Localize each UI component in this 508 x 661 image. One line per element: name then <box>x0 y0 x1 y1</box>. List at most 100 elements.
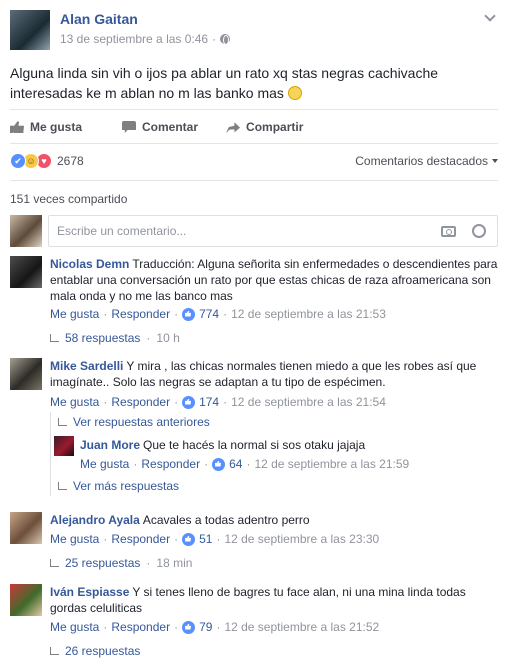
comment-reply-link[interactable]: Responder <box>111 620 170 634</box>
reply-arrow-icon <box>50 334 59 342</box>
comment: Mike Sardelli Y mira , las chicas normale… <box>10 358 498 498</box>
comment-footer: Me gusta · Responder · 79 · 12 de septie… <box>50 620 380 634</box>
caret-down-icon <box>492 159 498 163</box>
post-action-bar: Me gusta Comentar Compartir <box>10 118 339 136</box>
reply-footer: Me gusta · Responder · 64 · 12 de septie… <box>80 457 410 471</box>
replies-time: 18 min <box>156 556 193 570</box>
commenter-avatar[interactable] <box>10 358 42 390</box>
like-count-icon <box>212 457 226 471</box>
reply-arrow-icon <box>50 647 59 655</box>
replies-count: 58 respuestas <box>65 331 141 345</box>
thumbs-up-icon <box>10 121 24 133</box>
divider <box>10 143 498 144</box>
current-user-avatar <box>10 215 42 247</box>
like-button[interactable]: Me gusta <box>10 120 82 134</box>
camera-icon[interactable] <box>441 226 456 237</box>
comment-timestamp[interactable]: 12 de septiembre a las 21:52 <box>224 620 379 634</box>
post-text: Alguna linda sin vih o ijos pa ablar un … <box>10 63 480 103</box>
comment-timestamp[interactable]: 12 de septiembre a las 21:54 <box>231 395 386 409</box>
comment-like-count[interactable]: 774 <box>199 307 219 321</box>
like-count-icon <box>182 395 196 409</box>
reply-author[interactable]: Juan More <box>80 438 140 452</box>
like-count-icon <box>182 532 196 546</box>
comment-footer: Me gusta · Responder · 774 · 12 de septi… <box>50 307 386 321</box>
view-previous-replies-link[interactable]: Ver respuestas anteriores <box>58 415 210 429</box>
view-replies-link[interactable]: 58 respuestas · 10 h <box>50 331 180 345</box>
like-reaction-icon[interactable]: ✔ <box>10 153 26 169</box>
divider <box>10 180 498 181</box>
comment-body: Alejandro Ayala Acavales a todas adentro … <box>50 512 498 528</box>
comment: Alejandro Ayala Acavales a todas adentro … <box>10 512 498 572</box>
commenter-avatar[interactable] <box>10 512 42 544</box>
comment-reply-link[interactable]: Responder <box>111 307 170 321</box>
post-text-content: Alguna linda sin vih o ijos pa ablar un … <box>10 65 439 101</box>
previous-replies-label: Ver respuestas anteriores <box>73 415 210 429</box>
view-more-replies-link[interactable]: Ver más respuestas <box>58 479 179 493</box>
comment: Iván Espiasse Y si tenes lleno de bagres … <box>10 584 498 660</box>
like-count-icon <box>182 620 196 634</box>
comment-reply-link[interactable]: Responder <box>111 395 170 409</box>
comment-sort-dropdown[interactable]: Comentarios destacados <box>355 154 498 168</box>
commenter-name[interactable]: Nicolas Demn <box>50 257 129 271</box>
comment-timestamp[interactable]: 12 de septiembre a las 21:53 <box>231 307 386 321</box>
commenter-avatar[interactable] <box>10 256 42 288</box>
comment-body: Iván Espiasse Y si tenes lleno de bagres … <box>50 584 498 616</box>
share-icon <box>226 122 241 133</box>
reply-like-link[interactable]: Me gusta <box>80 457 129 471</box>
reactions-bar: ✔ ☺ ♥ 2678 Comentarios destacados <box>10 152 498 170</box>
post-options-chevron-icon[interactable] <box>484 10 496 22</box>
replies-time: 10 h <box>156 331 180 345</box>
comment-like-link[interactable]: Me gusta <box>50 620 99 634</box>
commenter-avatar[interactable] <box>10 584 42 616</box>
like-label: Me gusta <box>30 120 83 134</box>
comment-like-link[interactable]: Me gusta <box>50 395 99 409</box>
reply-text: Que te hacés la normal si sos otaku jaja… <box>143 438 366 452</box>
reply-arrow-icon <box>58 418 67 426</box>
reaction-count[interactable]: 2678 <box>57 154 84 168</box>
comment-like-link[interactable]: Me gusta <box>50 307 99 321</box>
replies-count: 25 respuestas <box>65 556 141 570</box>
comment-like-link[interactable]: Me gusta <box>50 532 99 546</box>
comment-body: Mike Sardelli Y mira , las chicas normale… <box>50 358 498 390</box>
commenter-name[interactable]: Alejandro Ayala <box>50 513 140 527</box>
divider <box>10 109 498 110</box>
comment-reply-link[interactable]: Responder <box>111 532 170 546</box>
post-timestamp[interactable]: 13 de septiembre a las 0:46 <box>60 32 208 46</box>
replies-count: 26 respuestas <box>65 644 141 658</box>
reply-arrow-icon <box>58 482 67 490</box>
comment-label: Comentar <box>142 120 199 134</box>
comment-text: Acavales a todas adentro perro <box>142 513 310 527</box>
share-label: Compartir <box>246 120 304 134</box>
reply-reply-link[interactable]: Responder <box>141 457 200 471</box>
post-author[interactable]: Alan Gaitan <box>60 11 138 27</box>
author-avatar[interactable] <box>10 10 50 50</box>
share-button[interactable]: Compartir <box>226 120 303 134</box>
comment-input[interactable] <box>48 215 498 247</box>
comment-like-count[interactable]: 79 <box>199 620 212 634</box>
comment-like-count[interactable]: 174 <box>199 395 219 409</box>
comment-footer: Me gusta · Responder · 51 · 12 de septie… <box>50 532 380 546</box>
comment-body: Nicolas Demn Traducción: Alguna señorita … <box>50 256 498 304</box>
reply-timestamp[interactable]: 12 de septiembre a las 21:59 <box>254 457 409 471</box>
more-replies-label: Ver más respuestas <box>73 479 180 493</box>
comment-like-count[interactable]: 51 <box>199 532 212 546</box>
like-count-icon <box>182 307 196 321</box>
comment: Nicolas Demn Traducción: Alguna señorita … <box>10 256 498 348</box>
reply-avatar[interactable] <box>54 436 74 456</box>
post-meta: 13 de septiembre a las 0:46 · <box>60 32 231 46</box>
frown-emoji-icon <box>287 86 302 100</box>
comment-button[interactable]: Comentar <box>122 120 198 134</box>
share-count[interactable]: 151 veces compartido <box>10 192 127 206</box>
reply-like-count[interactable]: 64 <box>229 457 242 471</box>
commenter-name[interactable]: Iván Espiasse <box>50 585 129 599</box>
globe-icon <box>220 34 231 45</box>
sort-label: Comentarios destacados <box>355 154 488 168</box>
emoji-icon[interactable] <box>472 224 486 238</box>
commenter-name[interactable]: Mike Sardelli <box>50 359 123 373</box>
meta-separator: · <box>212 32 217 46</box>
view-replies-link[interactable]: 25 respuestas · 18 min <box>50 556 192 570</box>
comment-icon <box>122 121 137 133</box>
reply-arrow-icon <box>50 559 59 567</box>
comment-timestamp[interactable]: 12 de septiembre a las 23:30 <box>224 532 379 546</box>
view-replies-link[interactable]: 26 respuestas <box>50 644 140 658</box>
